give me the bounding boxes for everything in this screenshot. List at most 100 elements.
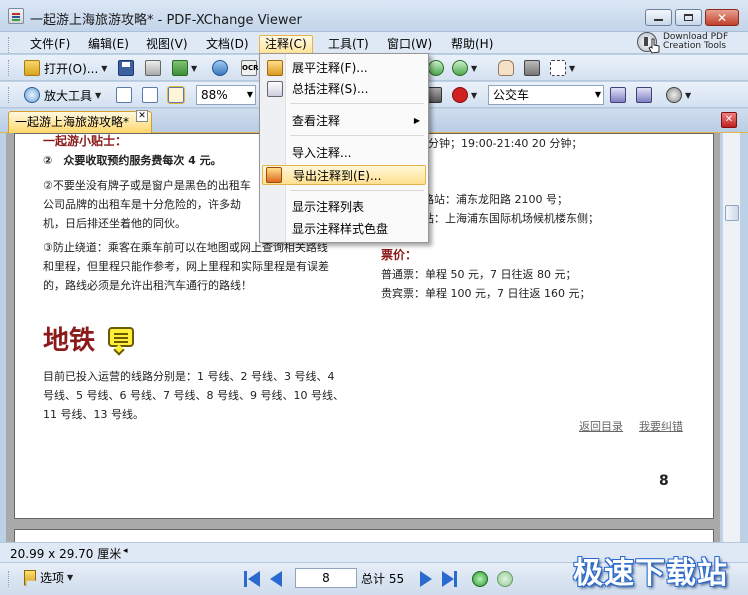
summarize-icon xyxy=(267,81,283,97)
menu-view-comments[interactable]: 查看注释 ▶ xyxy=(262,111,426,131)
ask-icon xyxy=(452,87,468,103)
snapshot-button[interactable] xyxy=(524,58,540,78)
gear-icon xyxy=(666,87,682,103)
menu-document[interactable]: 文档(D) xyxy=(200,35,255,53)
detour-line-3: 的，路线必须是允许出租汽车通行的路线！ xyxy=(43,279,252,292)
open-button[interactable]: 打开(O)... ▼ xyxy=(24,58,107,78)
chevron-down-icon: ▼ xyxy=(471,90,478,100)
chevron-down-icon: ▼ xyxy=(246,90,253,99)
ocr-button[interactable]: OCR xyxy=(241,58,258,78)
chevron-left-icon[interactable]: ◂ xyxy=(123,546,128,556)
total-pages-label: 总计 55 xyxy=(361,572,405,586)
menu-help[interactable]: 帮助(H) xyxy=(445,35,499,53)
zoom-tool-button[interactable]: 放大工具 ▼ xyxy=(24,85,101,105)
settings-button[interactable]: ▼ xyxy=(666,85,691,105)
save-button[interactable] xyxy=(118,58,134,78)
export-icon xyxy=(266,167,282,183)
ocr-icon: OCR xyxy=(241,60,258,76)
right-line-2: 路站：浦东龙阳路 2100 号； xyxy=(423,193,568,206)
comment-note-icon[interactable] xyxy=(108,327,134,347)
menu-show-style-palette[interactable]: 显示注释样式色盘 xyxy=(262,219,426,239)
zoom-combo[interactable]: 88% ▼ xyxy=(196,85,256,105)
tab-close-button[interactable]: ✕ xyxy=(136,110,148,122)
search-prev-button[interactable] xyxy=(610,85,626,105)
menu-file[interactable]: 文件(F) xyxy=(24,35,76,53)
first-page-button[interactable] xyxy=(244,571,262,587)
maximize-button[interactable] xyxy=(675,9,702,26)
scan-button[interactable]: ▼ xyxy=(172,58,197,78)
next-page-icon xyxy=(420,571,432,587)
watermark-logo: 极速下载站 xyxy=(573,556,728,591)
rotate-button[interactable] xyxy=(428,58,444,78)
menu-window[interactable]: 窗口(W) xyxy=(381,35,438,53)
maximize-icon xyxy=(684,14,693,21)
prev-page-button[interactable] xyxy=(270,571,284,587)
rotate-ccw-button[interactable]: ▼ xyxy=(452,58,477,78)
print-icon xyxy=(145,60,161,76)
select-tool-button[interactable]: ▼ xyxy=(550,58,575,78)
statusbar-grip[interactable] xyxy=(8,571,11,587)
toolbar-grip[interactable] xyxy=(8,60,11,76)
toolbar-grip[interactable] xyxy=(8,87,11,103)
ask-button[interactable]: ▼ xyxy=(452,85,477,105)
actual-size-button[interactable] xyxy=(116,85,132,105)
last-page-button[interactable] xyxy=(442,571,460,587)
back-view-button[interactable] xyxy=(472,571,488,587)
print-button[interactable] xyxy=(145,58,161,78)
options-button[interactable]: 选项 ▼ xyxy=(24,569,73,586)
menu-export-comments[interactable]: 导出注释到(E)... xyxy=(262,165,426,185)
menubar-grip[interactable] xyxy=(8,37,11,53)
hand-cursor-icon xyxy=(648,38,660,54)
hand-icon xyxy=(498,60,514,76)
search-next-button[interactable] xyxy=(636,85,652,105)
menu-summarize-comments[interactable]: 总括注释(S)... xyxy=(262,79,426,99)
fit-page-button[interactable] xyxy=(142,85,158,105)
menu-tools[interactable]: 工具(T) xyxy=(322,35,375,53)
scan-icon xyxy=(172,60,188,76)
folder-icon xyxy=(24,60,40,76)
close-icon: ✕ xyxy=(716,10,728,25)
chevron-down-icon: ▼ xyxy=(67,573,74,582)
scrollbar-thumb[interactable] xyxy=(725,205,739,221)
ticket-title: 票价： xyxy=(381,248,418,262)
minimize-button[interactable] xyxy=(645,9,672,26)
rotate-icon xyxy=(428,60,444,76)
hand-tool-button[interactable] xyxy=(498,58,514,78)
menu-edit[interactable]: 编辑(E) xyxy=(82,35,135,53)
flatten-label: 展平注释(F)... xyxy=(292,61,368,75)
comments-menu: 展平注释(F)... 总括注释(S)... 查看注释 ▶ 导入注释... 导出注… xyxy=(259,53,429,243)
menu-flatten-comments[interactable]: 展平注释(F)... xyxy=(262,58,426,78)
panel-close-button[interactable]: ✕ xyxy=(721,112,737,128)
show-palette-label: 显示注释样式色盘 xyxy=(292,222,389,236)
report-error-link[interactable]: 我要纠错 xyxy=(639,418,683,434)
minimize-icon xyxy=(654,19,663,21)
show-list-label: 显示注释列表 xyxy=(292,200,365,214)
vertical-scrollbar[interactable] xyxy=(722,133,740,542)
flatten-icon xyxy=(267,60,283,76)
current-page-input[interactable]: 8 xyxy=(295,568,357,588)
find-button[interactable] xyxy=(212,58,228,78)
menu-comments[interactable]: 注释(C) xyxy=(259,35,313,53)
fit-width-button[interactable] xyxy=(167,85,185,105)
search-prev-icon xyxy=(610,87,626,103)
detour-line-2: 和里程，但里程只能作参考，网上里程和实际里程是有误差 xyxy=(43,260,329,273)
app-icon[interactable] xyxy=(8,8,24,24)
chevron-down-icon: ▼ xyxy=(685,90,692,100)
zoom-tool-label: 放大工具 xyxy=(44,88,93,103)
menu-show-comment-list[interactable]: 显示注释列表 xyxy=(262,197,426,217)
right-line-3: 站：上海浦东国际机场候机楼东侧； xyxy=(423,212,599,225)
summarize-label: 总括注释(S)... xyxy=(292,82,369,96)
pdf-next-page xyxy=(14,529,714,542)
back-to-toc-link[interactable]: 返回目录 xyxy=(579,418,623,434)
menu-bar: 文件(F) 编辑(E) 视图(V) 文档(D) 注释(C) 工具(T) 窗口(W… xyxy=(0,32,748,54)
menu-import-comments[interactable]: 导入注释... xyxy=(262,143,426,163)
metro-line-1: 目前已投入运营的线路分别是：1 号线、2 号线、3 号线、4 xyxy=(43,370,335,383)
next-page-button[interactable] xyxy=(418,571,432,587)
close-button[interactable]: ✕ xyxy=(705,9,739,26)
menu-view[interactable]: 视图(V) xyxy=(140,35,194,53)
ticket-line-2: 贵宾票：单程 100 元，7 日往返 160 元； xyxy=(381,287,591,300)
search-input[interactable]: 公交车 ▼ xyxy=(488,85,604,105)
tab-document[interactable]: 一起游上海旅游攻略* xyxy=(8,111,152,133)
forward-view-button[interactable] xyxy=(497,571,513,587)
download-line2: Creation Tools xyxy=(663,41,727,51)
